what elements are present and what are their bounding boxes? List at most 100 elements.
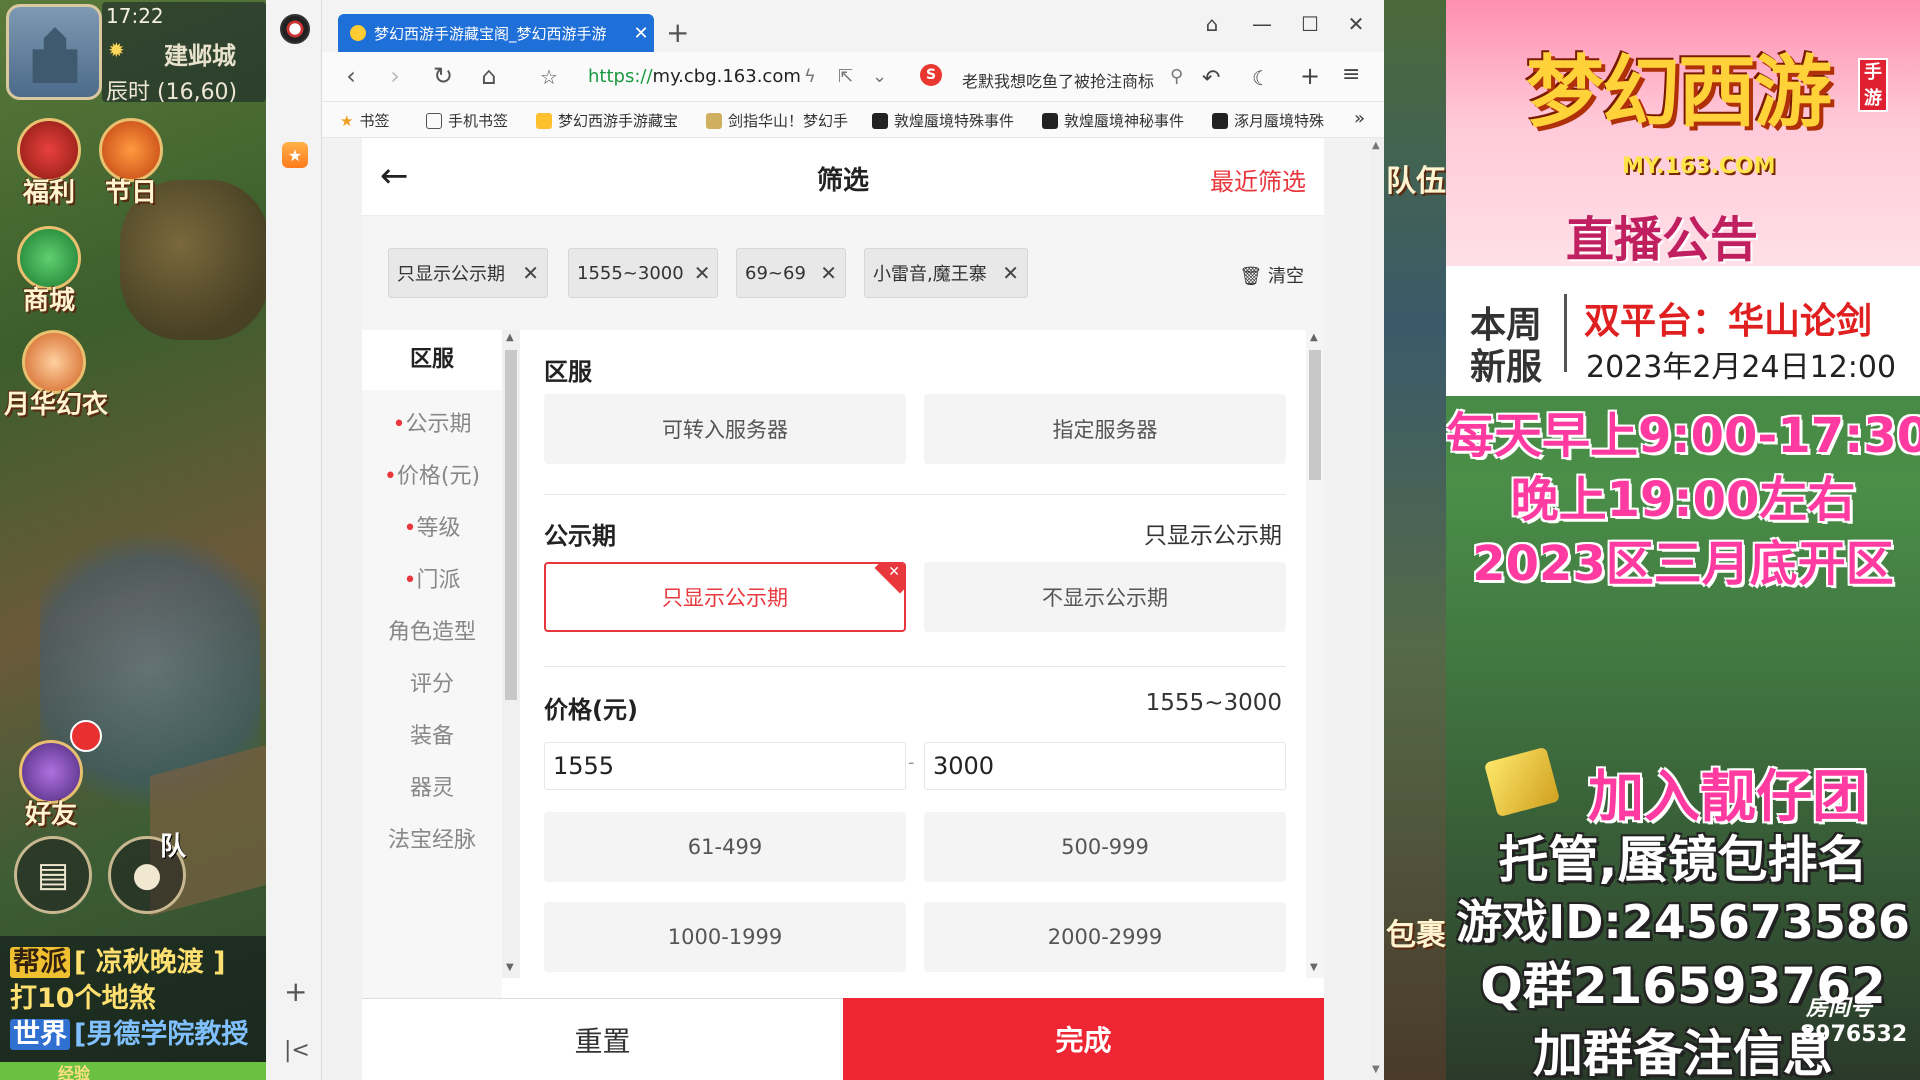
nav-scrollbar[interactable]: ▲ ▼ bbox=[502, 330, 520, 978]
minimize-button[interactable]: — bbox=[1244, 12, 1280, 36]
phone-icon bbox=[426, 112, 442, 129]
remove-chip-icon[interactable]: ✕ bbox=[992, 261, 1019, 285]
shop-button[interactable]: 商城 bbox=[10, 226, 88, 317]
bookmark-item[interactable]: ★ 书签 bbox=[340, 110, 389, 131]
share-icon[interactable]: ⇱ bbox=[838, 66, 853, 87]
collapse-sidebar-icon[interactable]: |< bbox=[284, 1038, 310, 1063]
nav-item-school[interactable]: •门派 bbox=[362, 562, 502, 594]
friends-button[interactable]: 好友 bbox=[12, 740, 90, 831]
browser-scrollbar[interactable]: ▲ ▼ bbox=[1370, 138, 1384, 1080]
chat-log[interactable]: 帮派[ 凉秋晚渡 ] 打10个地煞 世界 [男德学院教授 bbox=[0, 936, 266, 1080]
price-preset-option[interactable]: 1000-1999 bbox=[544, 902, 906, 972]
bag-button[interactable]: 包裹 bbox=[1386, 910, 1446, 954]
nav-item-spirit[interactable]: 器灵 bbox=[362, 770, 502, 802]
more-bookmarks-icon[interactable]: » bbox=[1354, 108, 1365, 129]
filter-chip[interactable]: 1555~3000 ✕ bbox=[568, 248, 718, 298]
add-icon[interactable]: + bbox=[1300, 62, 1320, 90]
schedule-line: 晚上19:00左右 bbox=[1510, 472, 1856, 528]
filter-chip[interactable]: 69~69 ✕ bbox=[736, 248, 846, 298]
clear-filters-button[interactable]: 🗑 清空 bbox=[1239, 262, 1304, 288]
close-window-button[interactable]: ✕ bbox=[1338, 12, 1374, 36]
team-button[interactable]: 队伍 bbox=[1386, 156, 1446, 200]
nav-item-server[interactable]: 区服 bbox=[362, 330, 502, 390]
nav-item-score[interactable]: 评分 bbox=[362, 666, 502, 698]
night-mode-icon[interactable]: ☾ bbox=[1252, 66, 1270, 90]
filter-chip[interactable]: 只显示公示期 ✕ bbox=[388, 248, 548, 298]
scroll-down-icon[interactable]: ▼ bbox=[1372, 1064, 1380, 1075]
specified-server-option[interactable]: 指定服务器 bbox=[924, 394, 1286, 464]
bookmark-item[interactable]: 敦煌蜃境神秘事件 bbox=[1042, 110, 1184, 131]
price-preset-option[interactable]: 2000-2999 bbox=[924, 902, 1286, 972]
game-coordinates: 辰时 (16,60) bbox=[106, 80, 238, 105]
scroll-up-icon[interactable]: ▲ bbox=[506, 332, 514, 343]
bookmark-item[interactable]: 敦煌蜃境特殊事件 bbox=[872, 110, 1014, 131]
content-scrollbar[interactable]: ▲ ▼ bbox=[1306, 330, 1324, 978]
costume-button[interactable]: 月华幻衣 bbox=[4, 330, 108, 421]
add-sidebar-icon[interactable]: + bbox=[284, 975, 307, 1008]
nav-item-level[interactable]: •等级 bbox=[362, 510, 502, 542]
price-preset-option[interactable]: 500-999 bbox=[924, 812, 1286, 882]
transferable-server-option[interactable]: 可转入服务器 bbox=[544, 394, 906, 464]
nav-item-appearance[interactable]: 角色造型 bbox=[362, 614, 502, 646]
tab-bar: 梦幻西游手游藏宝阁_梦幻西游手游 ✕ + ⌂ — ☐ ✕ bbox=[322, 0, 1384, 52]
show-notice-option[interactable]: 只显示公示期 ✕ bbox=[544, 562, 906, 632]
favorites-app-icon[interactable]: ★ bbox=[282, 142, 308, 168]
remove-chip-icon[interactable]: ✕ bbox=[810, 261, 837, 285]
page-title: 筛选 bbox=[816, 166, 869, 196]
search-icon[interactable]: ⚲ bbox=[1170, 66, 1183, 87]
new-tab-button[interactable]: + bbox=[666, 16, 689, 49]
price-max-input[interactable]: 3000 bbox=[924, 742, 1286, 790]
search-box[interactable]: 老默我想吃鱼了被抢注商标 bbox=[962, 68, 1162, 92]
remove-chip-icon[interactable]: ✕ bbox=[684, 261, 711, 285]
done-button[interactable]: 完成 bbox=[843, 998, 1324, 1080]
filter-page: ← 筛选 最近筛选 只显示公示期 ✕ 1555~3000 ✕ 69~69 ✕ 小雷音,… bbox=[362, 138, 1324, 1080]
scrollbar-thumb[interactable] bbox=[505, 350, 517, 700]
dropdown-icon[interactable]: ⌄ bbox=[872, 66, 887, 87]
forward-icon[interactable]: › bbox=[378, 62, 412, 90]
bookmark-item[interactable]: 剑指华山！梦幻手 bbox=[706, 110, 848, 131]
nav-item-price[interactable]: •价格(元) bbox=[362, 458, 502, 490]
reload-icon[interactable]: ↻ bbox=[426, 62, 460, 90]
bookmark-item[interactable]: 涿月蜃境特殊 bbox=[1212, 110, 1324, 131]
remove-chip-icon[interactable]: ✕ bbox=[512, 261, 539, 285]
undo-icon[interactable]: ↶ bbox=[1202, 66, 1220, 91]
nav-item-equipment[interactable]: 装备 bbox=[362, 718, 502, 750]
minimap[interactable] bbox=[6, 4, 102, 100]
back-icon[interactable]: ‹ bbox=[334, 62, 368, 90]
price-preset-option[interactable]: 61-499 bbox=[544, 812, 906, 882]
sun-icon: ✹ bbox=[108, 38, 125, 62]
reset-button[interactable]: 重置 bbox=[362, 998, 843, 1080]
recent-filters-link[interactable]: 最近筛选 bbox=[1210, 162, 1306, 197]
home-icon[interactable]: ⌂ bbox=[472, 62, 506, 90]
logo-url: MY.163.COM bbox=[1622, 154, 1776, 179]
scroll-up-icon[interactable]: ▲ bbox=[1372, 140, 1380, 151]
scroll-down-icon[interactable]: ▼ bbox=[1310, 962, 1318, 973]
star-icon[interactable]: ☆ bbox=[532, 65, 566, 89]
welfare-button[interactable]: 福利 bbox=[10, 118, 88, 209]
nav-item-notice[interactable]: •公示期 bbox=[362, 406, 502, 438]
scroll-down-icon[interactable]: ▼ bbox=[506, 962, 514, 973]
bookmark-item[interactable]: 梦幻西游手游藏宝 bbox=[536, 110, 678, 131]
shirt-icon[interactable]: ⌂ bbox=[1194, 12, 1230, 36]
page-viewport: ← 筛选 最近筛选 只显示公示期 ✕ 1555~3000 ✕ 69~69 ✕ 小雷音,… bbox=[322, 138, 1384, 1080]
chat-button[interactable]: ▤ bbox=[14, 836, 92, 914]
url-field[interactable]: https://my.cbg.163.com bbox=[588, 66, 801, 87]
hide-notice-option[interactable]: 不显示公示期 bbox=[924, 562, 1286, 632]
scrollbar-thumb[interactable] bbox=[1309, 350, 1321, 480]
chat-line: 打10个地煞 bbox=[10, 983, 156, 1014]
bookmark-item[interactable]: 手机书签 bbox=[426, 110, 508, 131]
scroll-up-icon[interactable]: ▲ bbox=[1310, 332, 1318, 343]
close-tab-icon[interactable]: ✕ bbox=[628, 23, 654, 44]
lightning-icon[interactable]: ϟ bbox=[804, 66, 816, 87]
festival-button[interactable]: 节日 bbox=[92, 118, 170, 209]
price-min-input[interactable]: 1555 bbox=[544, 742, 906, 790]
tab-cbg[interactable]: 梦幻西游手游藏宝阁_梦幻西游手游 ✕ bbox=[338, 14, 654, 52]
filter-content: 区服 可转入服务器 指定服务器 公示期 只显示公示期 只显示公示期 ✕ 不显示公… bbox=[520, 330, 1324, 998]
filter-chip[interactable]: 小雷音,魔王寨 ✕ bbox=[864, 248, 1028, 298]
browser-logo-icon[interactable] bbox=[280, 14, 310, 44]
menu-icon[interactable]: ≡ bbox=[1342, 62, 1360, 87]
search-engine-icon[interactable]: S bbox=[920, 64, 942, 86]
announcement-header: 梦幻西游 手游 MY.163.COM 直播公告 bbox=[1446, 0, 1920, 268]
nav-item-treasure[interactable]: 法宝经脉 bbox=[362, 822, 502, 854]
maximize-button[interactable]: ☐ bbox=[1292, 12, 1328, 36]
